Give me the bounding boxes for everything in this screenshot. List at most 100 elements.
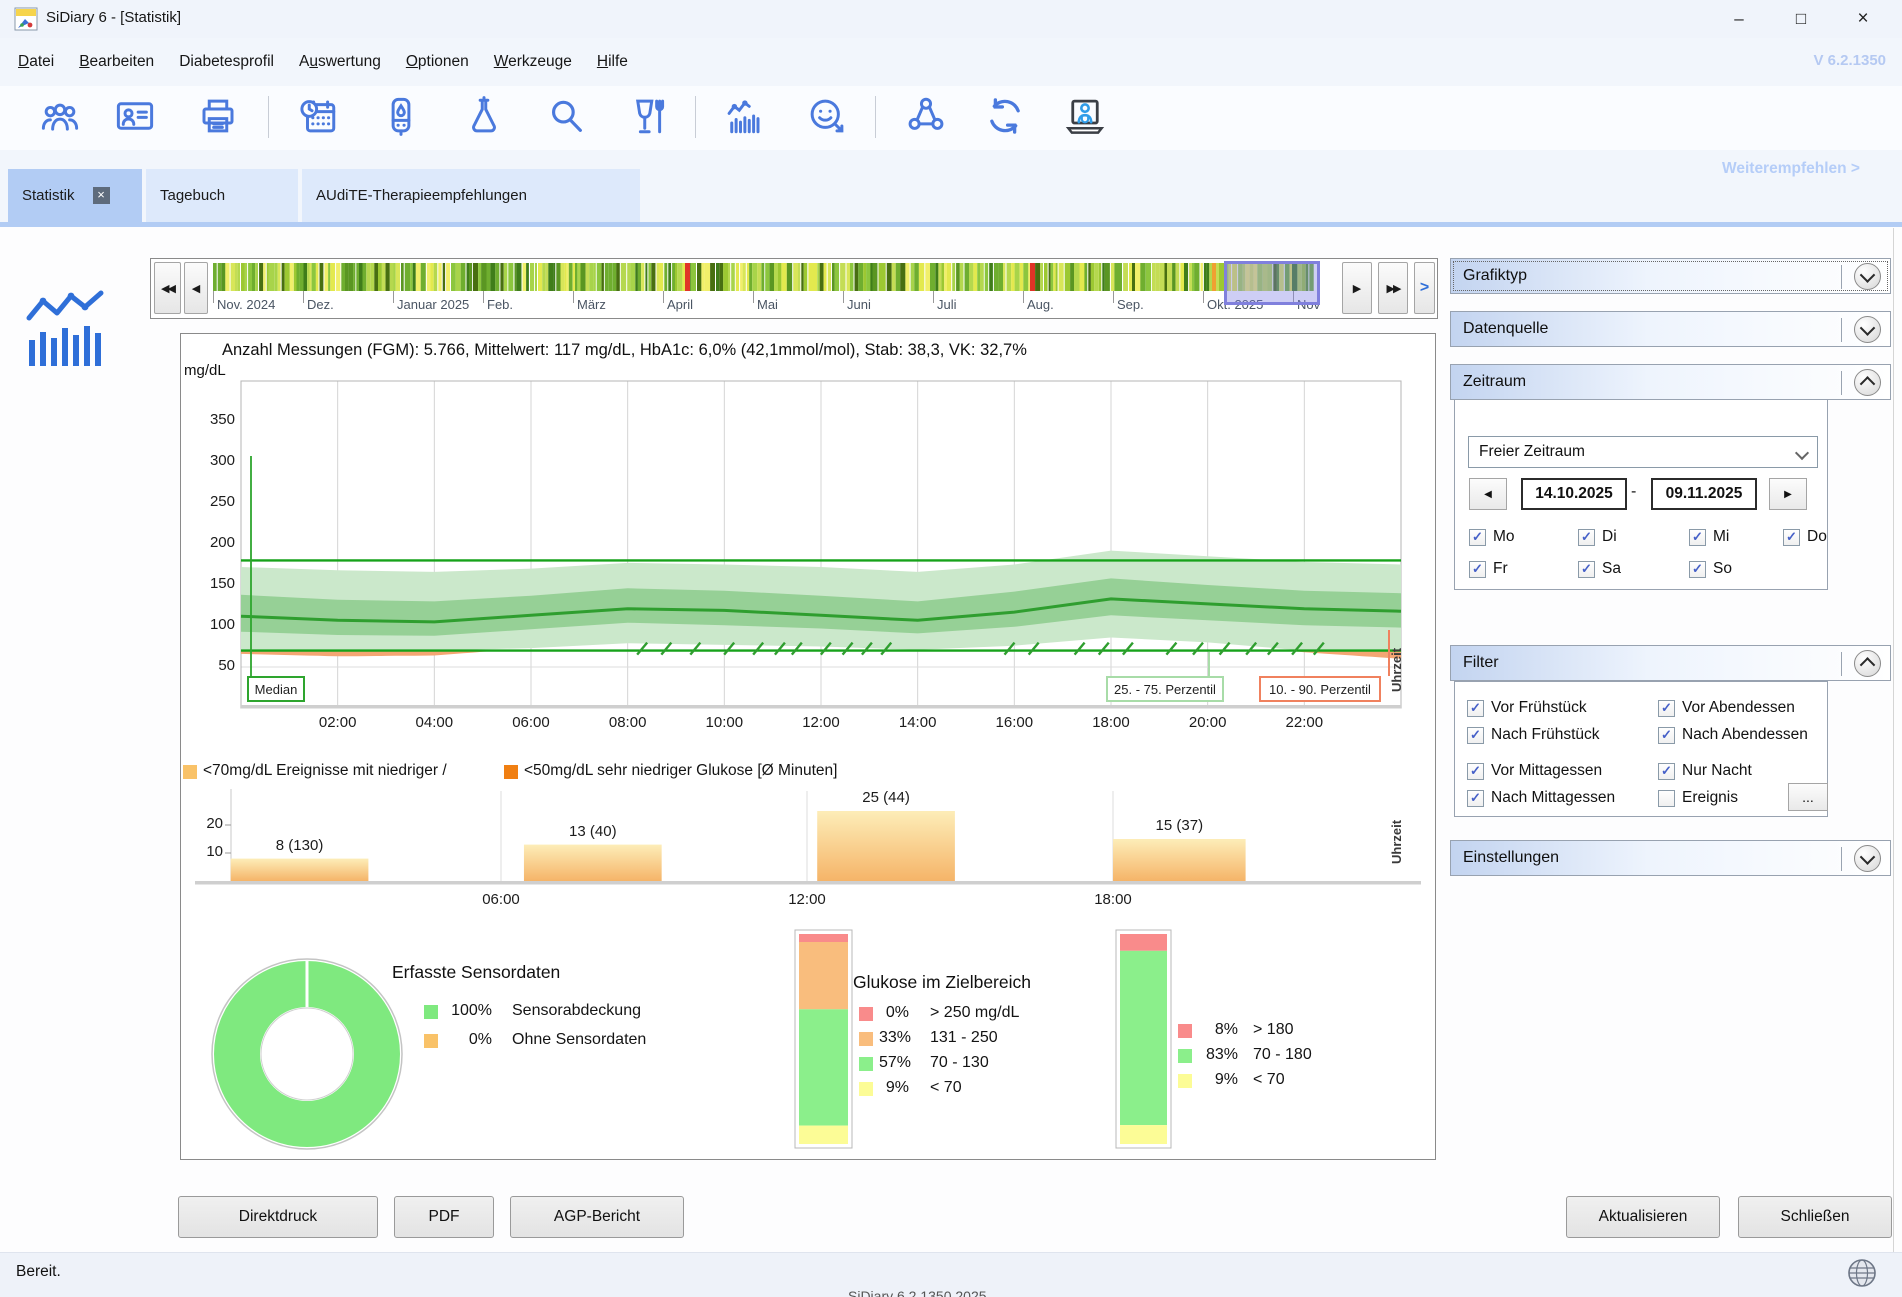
window-edge: [1893, 228, 1894, 1252]
date-back-button[interactable]: ◀: [1469, 478, 1507, 510]
day-checkbox-mo[interactable]: ✓Mo: [1469, 528, 1515, 546]
timeline-month-tick: [933, 291, 934, 303]
glucose-meter-icon[interactable]: [380, 95, 422, 137]
close-icon[interactable]: ×: [1840, 0, 1886, 38]
tab-tagebuch[interactable]: Tagebuch: [146, 169, 298, 222]
lab-flask-icon[interactable]: [463, 95, 505, 137]
events-xtick: 06:00: [471, 891, 531, 908]
tab-close-icon[interactable]: ×: [93, 187, 110, 204]
statistik-logo-icon: [24, 288, 106, 366]
day-checkbox-fr[interactable]: ✓Fr: [1469, 560, 1508, 578]
sync-icon[interactable]: [984, 95, 1026, 137]
filter-nach-abendessen[interactable]: ✓Nach Abendessen: [1658, 726, 1808, 744]
timeline-prev-button[interactable]: ◀: [184, 262, 208, 314]
day-checkbox-di[interactable]: ✓Di: [1578, 528, 1617, 546]
tir-lt70-swatch: [859, 1082, 873, 1096]
profile-card-icon[interactable]: [114, 95, 156, 137]
section-grafiktyp[interactable]: Grafiktyp: [1450, 258, 1891, 294]
recommend-link[interactable]: Weiterempfehlen >: [1722, 160, 1898, 178]
date-to-field[interactable]: 09.11.2025: [1651, 478, 1757, 510]
zeitraum-collapse-button[interactable]: [1854, 369, 1881, 396]
print-icon[interactable]: [197, 95, 239, 137]
menu-diabetesprofil[interactable]: Diabetesprofil: [179, 53, 274, 71]
menu-auswertung[interactable]: Auswertung: [299, 53, 381, 71]
timeline-labels: Nov. 2024Dez.Januar 2025Feb.MärzAprilMai…: [213, 291, 1333, 315]
timeline-strip[interactable]: [213, 263, 1323, 291]
filter-vor-mittagessen[interactable]: ✓Vor Mittagessen: [1467, 762, 1602, 780]
tir-chart-title: Glukose im Zielbereich: [853, 972, 1031, 993]
menu-bearbeiten[interactable]: Bearbeiten: [79, 53, 154, 71]
schliessen-button[interactable]: Schließen: [1738, 1196, 1892, 1238]
timeline-month-label: Juni: [847, 297, 871, 312]
direktdruck-button[interactable]: Direktdruck: [178, 1196, 378, 1238]
pdf-button[interactable]: PDF: [394, 1196, 494, 1238]
filter-vor-fruehstueck[interactable]: ✓Vor Frühstück: [1467, 699, 1587, 717]
grafiktyp-expand-button[interactable]: [1854, 263, 1881, 290]
menu-werkzeuge[interactable]: Werkzeuge: [494, 53, 572, 71]
filter-nach-mittagessen[interactable]: ✓Nach Mittagessen: [1467, 789, 1615, 807]
minimize-icon[interactable]: –: [1716, 0, 1762, 38]
menu-optionen[interactable]: Optionen: [406, 53, 469, 71]
chevron-down-icon: [1860, 320, 1876, 336]
agp-xtick: 16:00: [984, 714, 1044, 731]
section-zeitraum[interactable]: Zeitraum: [1450, 364, 1891, 400]
filter-collapse-button[interactable]: [1854, 650, 1881, 677]
section-einstellungen[interactable]: Einstellungen: [1450, 840, 1891, 876]
section-filter[interactable]: Filter: [1450, 645, 1891, 681]
tir2-70-180-swatch: [1178, 1049, 1192, 1063]
tab-audite[interactable]: AUdiTE-Therapieempfehlungen: [302, 169, 640, 222]
section-datenquelle[interactable]: Datenquelle: [1450, 311, 1891, 347]
timeline-first-button[interactable]: ◀◀: [154, 262, 181, 314]
agp-xtick: 04:00: [404, 714, 464, 731]
timeline-month-tick: [663, 291, 664, 303]
timeline-next-button[interactable]: ▶: [1342, 262, 1372, 314]
day-checkbox-so[interactable]: ✓So: [1689, 560, 1732, 578]
sensor-none-swatch: [424, 1034, 438, 1048]
agp-ytick: 100: [181, 616, 235, 633]
aktualisieren-button[interactable]: Aktualisieren: [1566, 1196, 1720, 1238]
tir-gt250-swatch: [859, 1007, 873, 1021]
sensor-none-pct: 0%: [443, 1031, 492, 1049]
globe-icon[interactable]: [1846, 1257, 1878, 1289]
filter-vor-abendessen[interactable]: ✓Vor Abendessen: [1658, 699, 1795, 717]
menu-hilfe[interactable]: Hilfe: [597, 53, 628, 71]
nutrition-icon[interactable]: [629, 95, 671, 137]
search-icon[interactable]: [545, 95, 587, 137]
timeline-box: ◀◀ ◀ Nov. 2024Dez.Januar 2025Feb.MärzApr…: [150, 258, 1438, 319]
filter-ereignis[interactable]: Ereignis: [1658, 789, 1738, 807]
tab-statistik[interactable]: Statistik ×: [8, 169, 142, 222]
zeitraum-preset-select[interactable]: Freier Zeitraum: [1468, 436, 1818, 468]
day-checkbox-do[interactable]: ✓Do: [1783, 528, 1827, 546]
tir2-70-180-pct: 83%: [1196, 1046, 1238, 1064]
menu-datei[interactable]: Datei: [18, 53, 54, 71]
einstellungen-expand-button[interactable]: [1854, 845, 1881, 872]
agp-xtick: 06:00: [501, 714, 561, 731]
filter-nach-fruehstueck[interactable]: ✓Nach Frühstück: [1467, 726, 1600, 744]
agp-ytick: 350: [181, 411, 235, 428]
datenquelle-expand-button[interactable]: [1854, 316, 1881, 343]
diary-calendar-icon[interactable]: [297, 95, 339, 137]
share-icon[interactable]: [905, 95, 947, 137]
maximize-icon[interactable]: □: [1778, 0, 1824, 38]
wellbeing-export-icon[interactable]: [806, 95, 848, 137]
p25-75-legend: 25. - 75. Perzentil: [1106, 676, 1224, 702]
sensor-coverage-pct: 100%: [443, 1002, 492, 1020]
tab-audite-label: AUdiTE-Therapieempfehlungen: [316, 187, 527, 204]
agp-bericht-button[interactable]: AGP-Bericht: [510, 1196, 684, 1238]
day-checkbox-mi[interactable]: ✓Mi: [1689, 528, 1729, 546]
timeline-month-tick: [483, 291, 484, 303]
filter-nur-nacht[interactable]: ✓Nur Nacht: [1658, 762, 1752, 780]
statistics-icon[interactable]: [723, 95, 765, 137]
date-forward-button[interactable]: ▶: [1769, 478, 1807, 510]
telemedicine-icon[interactable]: [1064, 95, 1106, 137]
patients-icon[interactable]: [39, 95, 81, 137]
chevron-down-icon: [1795, 446, 1809, 460]
timeline-selection[interactable]: [1224, 261, 1320, 305]
filter-more-button[interactable]: ...: [1788, 783, 1828, 811]
timeline-last-button[interactable]: ▶▶: [1378, 262, 1408, 314]
timeline-month-label: Nov. 2024: [217, 297, 275, 312]
date-from-field[interactable]: 14.10.2025: [1521, 478, 1627, 510]
x-axis-unit: Uhrzeit: [1389, 634, 1407, 706]
day-checkbox-sa[interactable]: ✓Sa: [1578, 560, 1621, 578]
timeline-forward-icon[interactable]: >: [1414, 262, 1435, 314]
